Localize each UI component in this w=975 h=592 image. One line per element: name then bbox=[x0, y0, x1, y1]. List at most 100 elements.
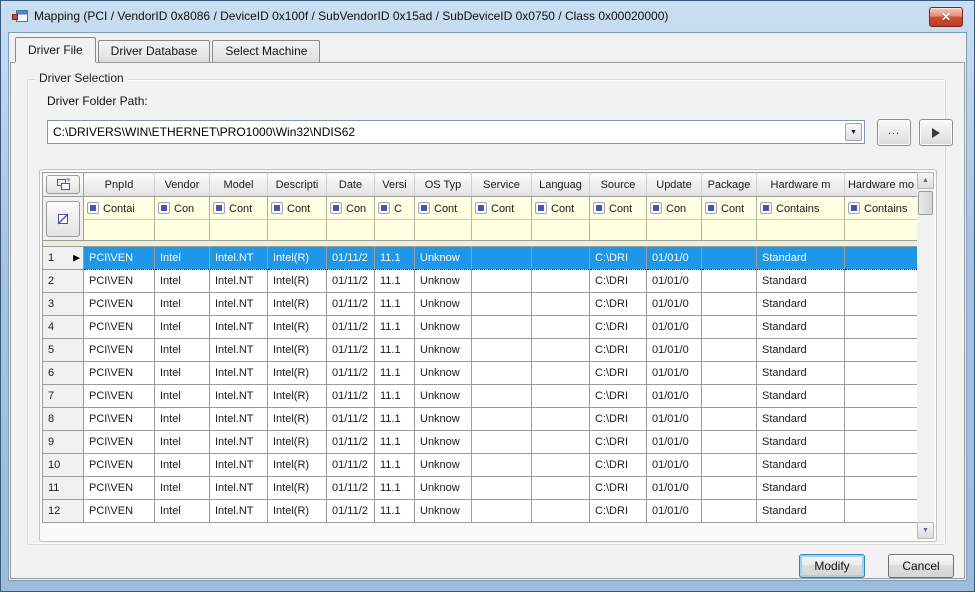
cell-update[interactable]: 01/01/0 bbox=[647, 362, 702, 385]
cell-update[interactable]: 01/01/0 bbox=[647, 408, 702, 431]
cell-hardware-mo[interactable] bbox=[845, 270, 918, 293]
cell-versi[interactable]: 11.1 bbox=[375, 247, 415, 270]
row-header[interactable]: 10 bbox=[43, 454, 84, 477]
filter-cell-languag[interactable]: Cont bbox=[532, 197, 590, 220]
cell-pnpid[interactable]: PCI\VEN bbox=[84, 431, 155, 454]
filter-operator-icon[interactable] bbox=[760, 202, 772, 214]
combo-dropdown-button[interactable]: ▼ bbox=[845, 123, 862, 141]
cell-languag[interactable] bbox=[532, 316, 590, 339]
cell-pnpid[interactable]: PCI\VEN bbox=[84, 270, 155, 293]
cell-pnpid[interactable]: PCI\VEN bbox=[84, 339, 155, 362]
cell-descripti[interactable]: Intel(R) bbox=[268, 293, 327, 316]
cell-update[interactable]: 01/01/0 bbox=[647, 247, 702, 270]
cell-update[interactable]: 01/01/0 bbox=[647, 270, 702, 293]
cell-source[interactable]: C:\DRI bbox=[590, 385, 647, 408]
filter-input-source[interactable] bbox=[590, 220, 647, 241]
cell-update[interactable]: 01/01/0 bbox=[647, 454, 702, 477]
cell-descripti[interactable]: Intel(R) bbox=[268, 477, 327, 500]
cell-date[interactable]: 01/11/2 bbox=[327, 270, 375, 293]
cell-update[interactable]: 01/01/0 bbox=[647, 293, 702, 316]
filter-input-descripti[interactable] bbox=[268, 220, 327, 241]
apply-path-button[interactable] bbox=[919, 119, 953, 146]
cell-source[interactable]: C:\DRI bbox=[590, 339, 647, 362]
table-row[interactable]: 1▶PCI\VENIntelIntel.NTIntel(R)01/11/211.… bbox=[43, 247, 918, 270]
column-header-model[interactable]: Model bbox=[210, 173, 268, 197]
filter-input-update[interactable] bbox=[647, 220, 702, 241]
column-header-hardware-m[interactable]: Hardware m bbox=[757, 173, 845, 197]
filter-input-model[interactable] bbox=[210, 220, 268, 241]
cell-vendor[interactable]: Intel bbox=[155, 408, 210, 431]
column-header-date[interactable]: Date bbox=[327, 173, 375, 197]
cell-package[interactable] bbox=[702, 270, 757, 293]
cell-vendor[interactable]: Intel bbox=[155, 431, 210, 454]
cell-vendor[interactable]: Intel bbox=[155, 247, 210, 270]
cell-package[interactable] bbox=[702, 431, 757, 454]
cell-service[interactable] bbox=[472, 339, 532, 362]
cancel-button[interactable]: Cancel bbox=[888, 554, 954, 578]
cell-package[interactable] bbox=[702, 408, 757, 431]
cell-pnpid[interactable]: PCI\VEN bbox=[84, 408, 155, 431]
filter-cell-descripti[interactable]: Cont bbox=[268, 197, 327, 220]
table-row[interactable]: 12PCI\VENIntelIntel.NTIntel(R)01/11/211.… bbox=[43, 500, 918, 523]
cell-pnpid[interactable]: PCI\VEN bbox=[84, 316, 155, 339]
filter-operator-icon[interactable] bbox=[535, 202, 547, 214]
cell-hardware-mo[interactable] bbox=[845, 477, 918, 500]
filter-cell-update[interactable]: Con bbox=[647, 197, 702, 220]
cell-vendor[interactable]: Intel bbox=[155, 362, 210, 385]
cell-date[interactable]: 01/11/2 bbox=[327, 385, 375, 408]
scrollbar-down-button[interactable]: ▼ bbox=[917, 522, 934, 539]
cell-update[interactable]: 01/01/0 bbox=[647, 316, 702, 339]
table-row[interactable]: 3PCI\VENIntelIntel.NTIntel(R)01/11/211.1… bbox=[43, 293, 918, 316]
cell-date[interactable]: 01/11/2 bbox=[327, 408, 375, 431]
cell-pnpid[interactable]: PCI\VEN bbox=[84, 454, 155, 477]
clear-filter-button[interactable] bbox=[46, 201, 80, 237]
cell-service[interactable] bbox=[472, 270, 532, 293]
cell-service[interactable] bbox=[472, 500, 532, 523]
filter-input-date[interactable] bbox=[327, 220, 375, 241]
cell-hardware-mo[interactable] bbox=[845, 454, 918, 477]
cell-hardware-m[interactable]: Standard bbox=[757, 385, 845, 408]
cell-hardware-mo[interactable] bbox=[845, 408, 918, 431]
table-row[interactable]: 9PCI\VENIntelIntel.NTIntel(R)01/11/211.1… bbox=[43, 431, 918, 454]
row-header[interactable]: 6 bbox=[43, 362, 84, 385]
cell-source[interactable]: C:\DRI bbox=[590, 270, 647, 293]
card-view-button[interactable] bbox=[46, 175, 80, 194]
table-row[interactable]: 7PCI\VENIntelIntel.NTIntel(R)01/11/211.1… bbox=[43, 385, 918, 408]
cell-languag[interactable] bbox=[532, 339, 590, 362]
cell-vendor[interactable]: Intel bbox=[155, 500, 210, 523]
cell-languag[interactable] bbox=[532, 270, 590, 293]
cell-service[interactable] bbox=[472, 385, 532, 408]
filter-cell-os-typ[interactable]: Cont bbox=[415, 197, 472, 220]
cell-hardware-mo[interactable] bbox=[845, 339, 918, 362]
cell-date[interactable]: 01/11/2 bbox=[327, 339, 375, 362]
row-header[interactable]: 11 bbox=[43, 477, 84, 500]
vertical-scrollbar[interactable]: ▲ ▼ bbox=[917, 172, 934, 539]
cell-hardware-m[interactable]: Standard bbox=[757, 477, 845, 500]
cell-descripti[interactable]: Intel(R) bbox=[268, 431, 327, 454]
cell-versi[interactable]: 11.1 bbox=[375, 362, 415, 385]
table-row[interactable]: 11PCI\VENIntelIntel.NTIntel(R)01/11/211.… bbox=[43, 477, 918, 500]
cell-hardware-mo[interactable] bbox=[845, 431, 918, 454]
cell-package[interactable] bbox=[702, 316, 757, 339]
column-header-os-typ[interactable]: OS Typ bbox=[415, 173, 472, 197]
cell-pnpid[interactable]: PCI\VEN bbox=[84, 477, 155, 500]
row-header[interactable]: 9 bbox=[43, 431, 84, 454]
filter-cell-versi[interactable]: C bbox=[375, 197, 415, 220]
cell-os-typ[interactable]: Unknow bbox=[415, 316, 472, 339]
cell-date[interactable]: 01/11/2 bbox=[327, 247, 375, 270]
cell-service[interactable] bbox=[472, 477, 532, 500]
filter-cell-service[interactable]: Cont bbox=[472, 197, 532, 220]
tab-select-machine[interactable]: Select Machine bbox=[212, 40, 320, 62]
filter-operator-icon[interactable] bbox=[87, 202, 99, 214]
cell-os-typ[interactable]: Unknow bbox=[415, 385, 472, 408]
filter-operator-icon[interactable] bbox=[158, 202, 170, 214]
table-row[interactable]: 4PCI\VENIntelIntel.NTIntel(R)01/11/211.1… bbox=[43, 316, 918, 339]
cell-model[interactable]: Intel.NT bbox=[210, 385, 268, 408]
close-button[interactable]: ✕ bbox=[929, 7, 963, 27]
cell-descripti[interactable]: Intel(R) bbox=[268, 408, 327, 431]
cell-source[interactable]: C:\DRI bbox=[590, 500, 647, 523]
cell-date[interactable]: 01/11/2 bbox=[327, 454, 375, 477]
column-header-languag[interactable]: Languag bbox=[532, 173, 590, 197]
cell-package[interactable] bbox=[702, 477, 757, 500]
cell-hardware-m[interactable]: Standard bbox=[757, 362, 845, 385]
